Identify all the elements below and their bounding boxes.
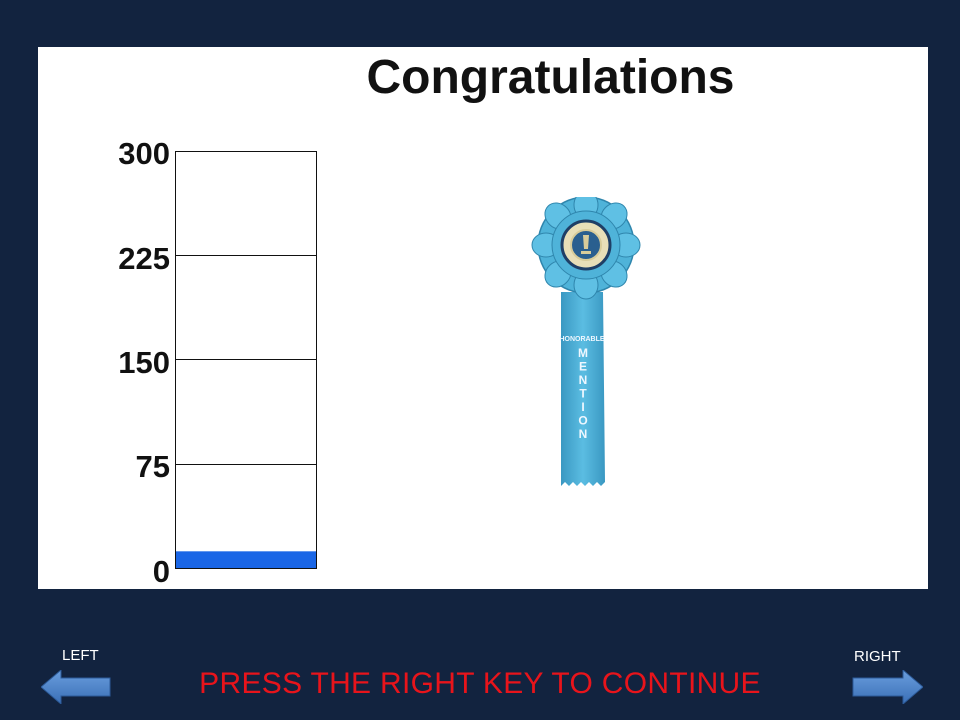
tick-label-300: 300 (118, 136, 170, 171)
meter-fill (175, 551, 316, 568)
ribbon-icon: HONORABLE MENTION (531, 197, 641, 486)
tick-label-75: 75 (136, 449, 170, 484)
continue-prompt: PRESS THE RIGHT KEY TO CONTINUE (199, 667, 761, 700)
left-key-label: LEFT (62, 647, 99, 664)
tick-label-225: 225 (118, 241, 170, 276)
tick-label-0: 0 (153, 554, 170, 589)
tick-label-150: 150 (118, 345, 170, 380)
score-meter: 300 225 150 75 0 (118, 136, 317, 589)
content-panel: Congratulations 300 225 150 75 0 HONORAB… (38, 47, 928, 589)
right-key-label: RIGHT (854, 648, 901, 665)
ribbon-line1: HONORABLE (559, 336, 604, 343)
ribbon-line2: MENTION (578, 346, 588, 441)
